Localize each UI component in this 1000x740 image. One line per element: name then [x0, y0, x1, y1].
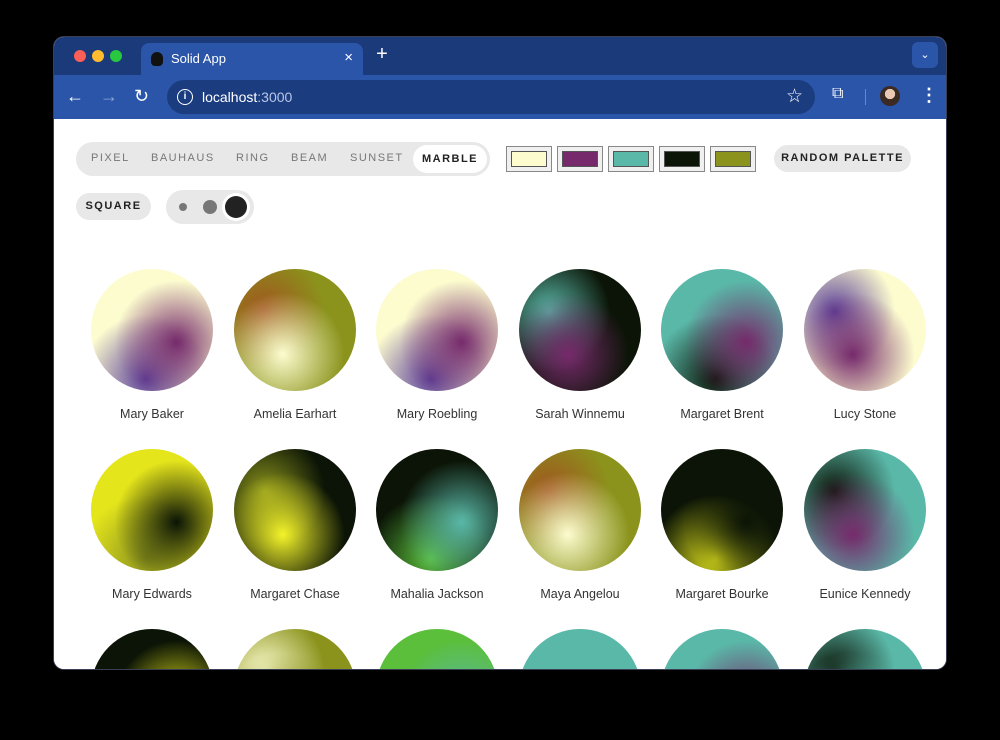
marble-avatar[interactable]: [804, 269, 926, 391]
extensions-icon[interactable]: ⧉: [832, 85, 843, 103]
tab-close-icon[interactable]: ×: [344, 49, 353, 66]
marble-avatar[interactable]: [91, 269, 213, 391]
avatar-name-label: Lucy Stone: [833, 407, 897, 421]
marble-avatar[interactable]: [91, 629, 213, 669]
browser-tab[interactable]: Solid App ×: [141, 43, 363, 75]
avatar-grid: Mary Baker Amelia Earhart Mary Roebling Sar…: [54, 119, 946, 669]
marble-avatar[interactable]: [91, 449, 213, 571]
marble-avatar[interactable]: [234, 269, 356, 391]
marble-avatar[interactable]: [234, 629, 356, 669]
avatar-name-label: Margaret Brent: [680, 407, 764, 421]
minimize-window-button[interactable]: [92, 50, 104, 62]
tab-title: Solid App: [171, 51, 226, 66]
avatar-name-label: Margaret Chase: [250, 587, 340, 601]
page-content: PIXEL BAUHAUS RING BEAM SUNSET MARBLE RA…: [54, 119, 946, 669]
avatar-name-label: Amelia Earhart: [253, 407, 337, 421]
url-host: localhost: [202, 89, 258, 105]
maximize-window-button[interactable]: [110, 50, 122, 62]
marble-avatar[interactable]: [519, 269, 641, 391]
kebab-menu-icon[interactable]: ⋮: [920, 85, 938, 106]
avatar-name-label: Maya Angelou: [540, 587, 620, 601]
toolbar-divider: [865, 89, 866, 105]
marble-avatar[interactable]: [519, 629, 641, 669]
new-tab-button[interactable]: +: [372, 43, 392, 66]
marble-avatar[interactable]: [661, 449, 783, 571]
skull-favicon-icon: [151, 52, 163, 66]
star-icon[interactable]: ☆: [786, 85, 803, 108]
avatar-name-label: Mary Edwards: [112, 587, 192, 601]
profile-avatar[interactable]: [880, 86, 900, 106]
avatar-name-label: Mary Roebling: [396, 407, 478, 421]
browser-toolbar: ← → ↻ i localhost:3000 ☆ ⧉ ⋮: [54, 75, 946, 119]
marble-avatar[interactable]: [234, 449, 356, 571]
marble-avatar[interactable]: [376, 269, 498, 391]
info-icon[interactable]: i: [177, 89, 193, 105]
marble-avatar[interactable]: [661, 629, 783, 669]
url-port: :3000: [257, 89, 293, 105]
marble-avatar[interactable]: [376, 629, 498, 669]
browser-window: Solid App × + ⌄ ← → ↻ i localhost:3000 ☆…: [54, 37, 946, 669]
address-bar[interactable]: i localhost:3000 ☆: [167, 80, 815, 114]
avatar-name-label: Margaret Bourke: [675, 587, 769, 601]
avatar-name-label: Eunice Kennedy: [819, 587, 911, 601]
avatar-name-label: Mahalia Jackson: [390, 587, 484, 601]
marble-avatar[interactable]: [661, 269, 783, 391]
back-arrow-icon[interactable]: ←: [66, 87, 84, 105]
marble-avatar[interactable]: [376, 449, 498, 571]
marble-avatar[interactable]: [804, 629, 926, 669]
reload-icon[interactable]: ↻: [134, 87, 149, 105]
url-text: localhost:3000: [202, 89, 292, 105]
close-window-button[interactable]: [74, 50, 86, 62]
avatar-name-label: Mary Baker: [120, 407, 184, 421]
tab-bar: Solid App × + ⌄: [54, 37, 946, 75]
avatar-name-label: Sarah Winnemu: [535, 407, 625, 421]
tab-search-button[interactable]: ⌄: [912, 42, 938, 68]
marble-avatar[interactable]: [519, 449, 641, 571]
marble-avatar[interactable]: [804, 449, 926, 571]
forward-arrow-icon[interactable]: →: [100, 87, 118, 105]
